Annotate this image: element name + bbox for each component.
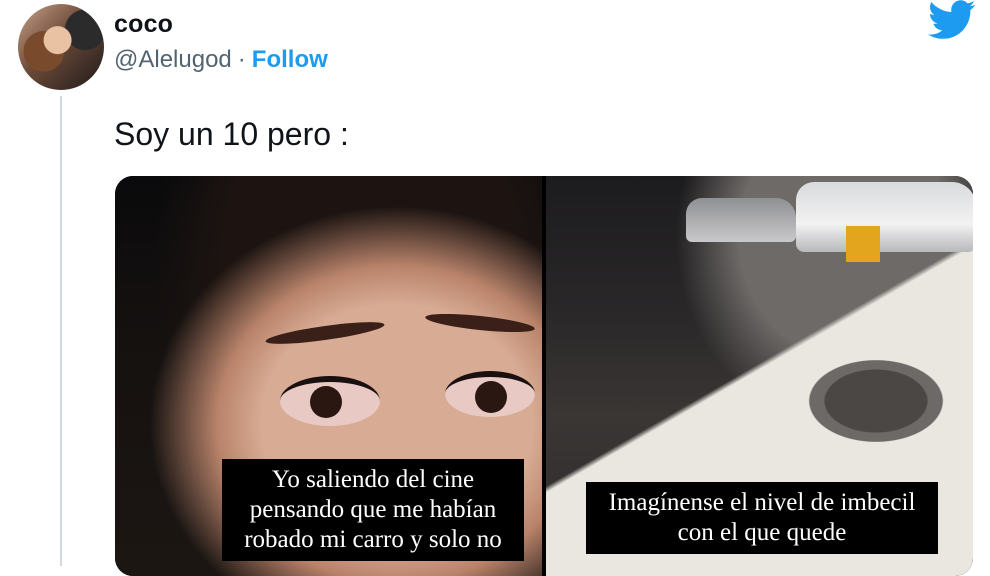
caption-left: Yo saliendo del cine pensando que me hab… xyxy=(222,459,524,561)
thread-line xyxy=(60,96,62,566)
avatar[interactable] xyxy=(18,4,104,90)
user-handle[interactable]: @Alelugod xyxy=(114,46,232,73)
follow-button[interactable]: Follow xyxy=(252,46,328,73)
caption-right: Imagínense el nivel de imbecil con el qu… xyxy=(586,482,938,554)
tweet-text: Soy un 10 pero : xyxy=(114,116,349,152)
police-star-emblem xyxy=(786,346,966,456)
tweet-media[interactable]: Yo saliendo del cine pensando que me hab… xyxy=(115,176,973,576)
handle-row: @Alelugod · Follow xyxy=(114,46,328,74)
display-name[interactable]: coco xyxy=(114,10,173,39)
separator-dot: · xyxy=(237,46,246,73)
twitter-bird-icon[interactable] xyxy=(928,0,976,40)
